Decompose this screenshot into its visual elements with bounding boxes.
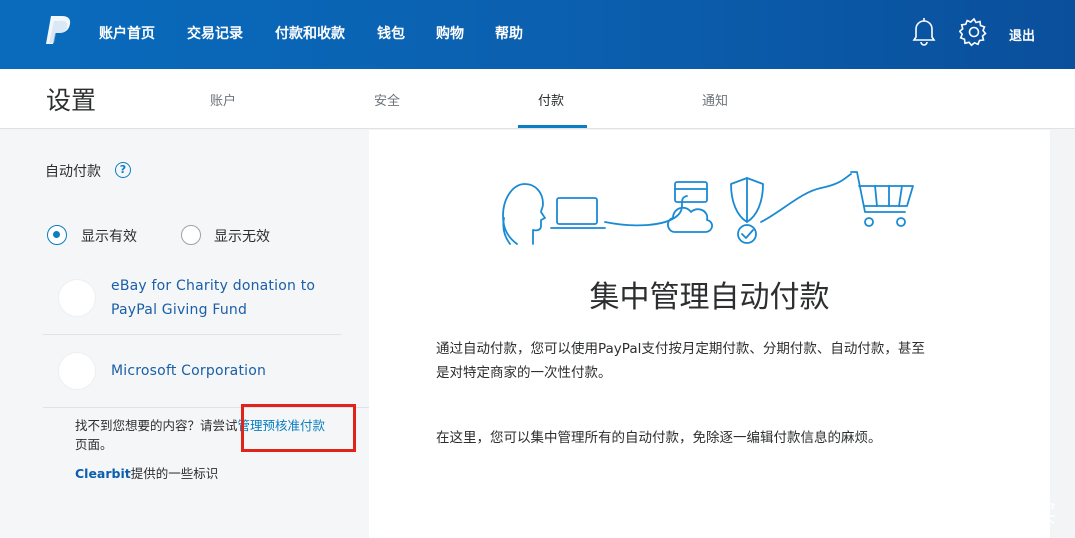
merchant-name-line: Microsoft Corporation <box>111 363 267 379</box>
nav-help[interactable]: 帮助 <box>495 23 523 43</box>
payments-illustration-icon <box>502 171 914 245</box>
tab-security[interactable]: 安全 <box>374 90 400 109</box>
annotation-highlight-box <box>241 404 356 452</box>
hint-suffix: 页面。 <box>75 437 113 452</box>
automatic-payments-intro: 集中管理自动付款 通过自动付款，您可以使用PayPal支付按月定期付款、分期付款… <box>369 130 1050 538</box>
bell-icon[interactable] <box>910 16 938 46</box>
show-inactive-label[interactable]: 显示无效 <box>214 226 270 246</box>
merchant-logo <box>58 279 96 317</box>
merchant-microsoft[interactable]: Microsoft Corporation <box>111 359 266 383</box>
clearbit-attribution: Clearbit提供的一些标识 <box>75 463 218 482</box>
automatic-payments-sidebar: 自动付款 ? 显示有效 显示无效 eBay for Charity donati… <box>0 130 369 538</box>
clearbit-link[interactable]: Clearbit <box>75 466 131 481</box>
nav-wallet[interactable]: 钱包 <box>377 23 405 43</box>
paypal-logo-icon[interactable] <box>43 14 73 48</box>
watermark: 值 什么值得买 <box>905 500 1057 528</box>
intro-paragraph-1: 通过自动付款，您可以使用PayPal支付按月定期付款、分期付款、自动付款，甚至 … <box>436 337 996 385</box>
top-navigation-bar: 账户首页 交易记录 付款和收款 钱包 购物 帮助 退出 <box>0 0 1075 69</box>
settings-header: 设置 账户 安全 付款 通知 <box>0 69 1075 129</box>
intro-paragraph-1-line: 通过自动付款，您可以使用PayPal支付按月定期付款、分期付款、自动付款，甚至 <box>436 341 925 357</box>
merchant-name-line: eBay for Charity donation to <box>111 278 316 294</box>
nav-shopping[interactable]: 购物 <box>436 23 464 43</box>
tab-payments[interactable]: 付款 <box>538 90 564 109</box>
gear-icon[interactable] <box>959 17 989 47</box>
nav-account-home[interactable]: 账户首页 <box>99 23 155 43</box>
show-active-label[interactable]: 显示有效 <box>81 226 137 246</box>
logout-link[interactable]: 退出 <box>1009 25 1035 44</box>
section-title: 自动付款 <box>45 164 101 180</box>
show-inactive-radio[interactable] <box>181 225 201 245</box>
show-active-radio[interactable] <box>47 225 67 245</box>
intro-paragraph-2: 在这里，您可以集中管理所有的自动付款，免除逐一编辑付款信息的麻烦。 <box>436 430 882 446</box>
nav-activity[interactable]: 交易记录 <box>187 23 243 43</box>
active-tab-indicator <box>518 125 587 128</box>
tab-notifications[interactable]: 通知 <box>702 90 728 109</box>
clearbit-suffix: 提供的一些标识 <box>130 466 219 481</box>
hint-prefix: 找不到您想要的内容？请尝试 <box>75 418 238 433</box>
tab-account[interactable]: 账户 <box>210 90 236 109</box>
intro-paragraph-1-line: 是对特定商家的一次性付款。 <box>436 365 612 381</box>
merchant-ebay-charity[interactable]: eBay for Charity donation to PayPal Givi… <box>111 274 315 322</box>
help-icon[interactable]: ? <box>115 162 131 178</box>
nav-send-receive[interactable]: 付款和收款 <box>275 23 345 43</box>
merchant-logo <box>58 352 96 390</box>
page-title: 设置 <box>46 86 97 115</box>
divider <box>43 334 342 335</box>
merchant-name-line: PayPal Giving Fund <box>111 302 248 318</box>
intro-title: 集中管理自动付款 <box>589 280 830 315</box>
